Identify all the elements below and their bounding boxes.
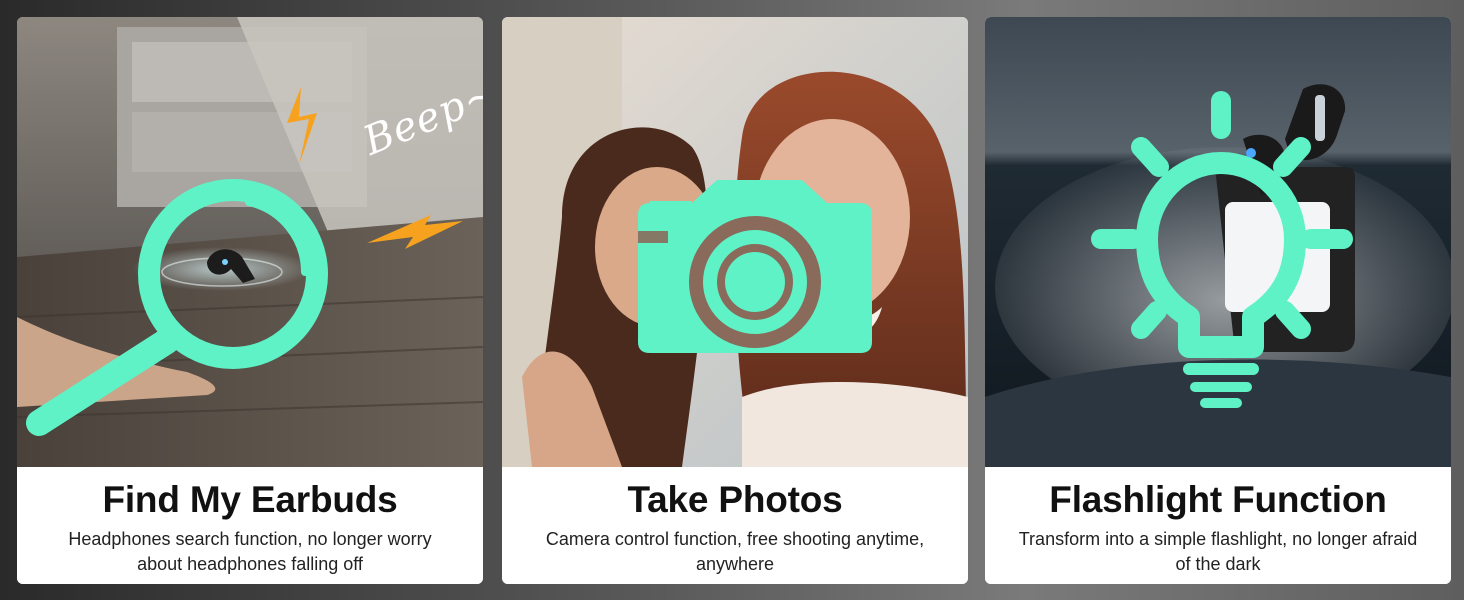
feature-card-flashlight: Flashlight Function Transform into a sim… bbox=[985, 17, 1451, 584]
lightning-bolt-icon bbox=[287, 87, 317, 165]
bedroom-photo: Beep~ bbox=[17, 17, 483, 467]
lightbulb-icon bbox=[1091, 91, 1353, 408]
camera-icon bbox=[638, 180, 872, 353]
earbuds-case-photo bbox=[985, 17, 1451, 467]
selfie-photo bbox=[502, 17, 968, 467]
feature-description: Transform into a simple flashlight, no l… bbox=[1018, 529, 1418, 574]
feature-card-find-earbuds: Beep~ Find My Earbuds Headphones search … bbox=[17, 17, 483, 584]
feature-description: Headphones search function, no longer wo… bbox=[68, 529, 432, 574]
lightning-bolt-icon bbox=[367, 215, 463, 249]
feature-caption: Find My Earbuds Headphones search functi… bbox=[17, 467, 483, 584]
feature-card-take-photos: Take Photos Camera control function, fre… bbox=[502, 17, 968, 584]
feature-title: Find My Earbuds bbox=[102, 479, 398, 520]
feature-description: Camera control function, free shooting a… bbox=[545, 529, 925, 574]
feature-caption: Take Photos Camera control function, fre… bbox=[502, 467, 968, 584]
feature-title: Flashlight Function bbox=[1049, 479, 1387, 520]
feature-caption: Flashlight Function Transform into a sim… bbox=[985, 467, 1451, 584]
feature-title: Take Photos bbox=[627, 479, 843, 520]
